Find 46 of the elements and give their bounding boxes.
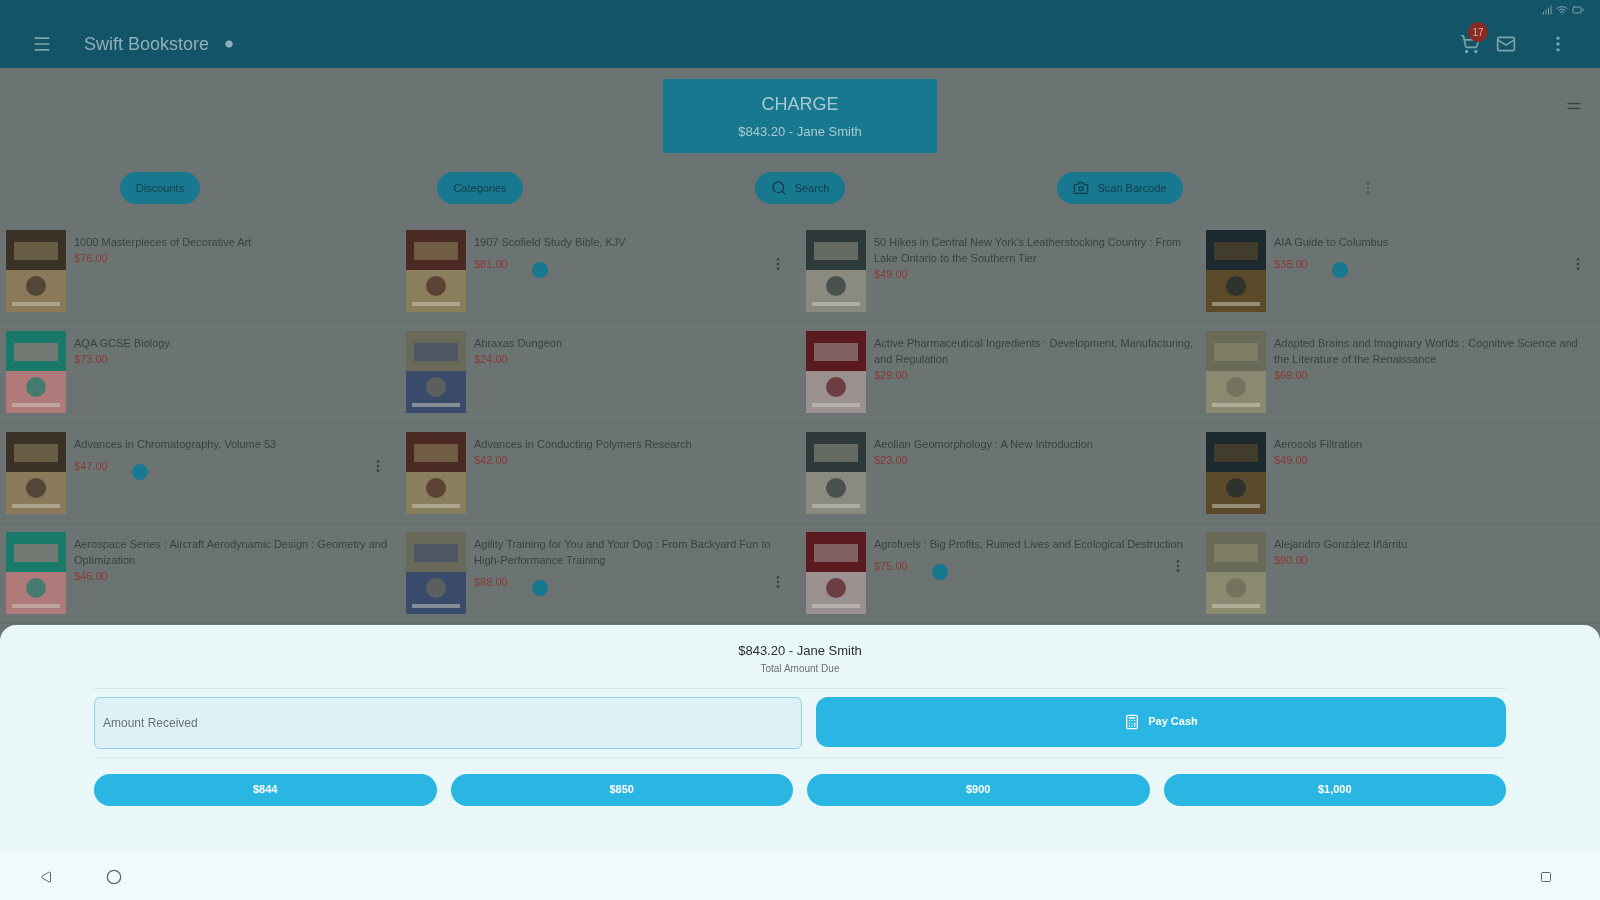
calculator-icon — [1124, 713, 1141, 730]
book-price: $75.00 — [874, 559, 908, 575]
recents-icon[interactable] — [1540, 870, 1552, 883]
signal-icon — [1540, 4, 1552, 16]
charge-button[interactable]: CHARGE $843.20 - Jane Smith — [663, 79, 937, 153]
charge-amount: $843.20 - Jane Smith — [738, 122, 862, 141]
quick-amount-button[interactable]: $850 — [450, 773, 793, 806]
dot-icon — [225, 40, 234, 48]
book-price: $38.00 — [1274, 257, 1308, 272]
charge-label: CHARGE — [761, 92, 839, 116]
total-caption: Total Amount Due — [760, 661, 840, 676]
camera-icon — [1073, 180, 1090, 196]
pay-cash-button[interactable]: Pay Cash — [816, 696, 1506, 747]
filter-button[interactable]: Discounts — [119, 172, 201, 204]
book-price: $42.00 — [474, 452, 508, 468]
filter-button[interactable]: Search — [754, 172, 846, 204]
back-icon[interactable] — [40, 870, 52, 883]
filter-button[interactable]: Scan Barcode — [1057, 172, 1183, 204]
book-price: $46.00 — [74, 569, 108, 585]
cart-icon[interactable] — [1460, 34, 1480, 54]
book-price: $23.00 — [874, 452, 908, 468]
search-icon — [770, 180, 787, 196]
total-amount: $843.20 - Jane Smith — [738, 642, 862, 660]
book-price: $47.00 — [74, 458, 108, 474]
amount-input-field[interactable]: Amount Received — [94, 696, 802, 749]
quick-amount-button[interactable]: $1,000 — [1163, 773, 1506, 806]
book-price: $24.00 — [474, 351, 508, 367]
book-price: $76.00 — [74, 251, 108, 266]
app-title: Swift Bookstore — [84, 32, 210, 56]
book-price: $81.00 — [474, 257, 508, 272]
home-icon[interactable] — [106, 868, 122, 885]
quick-amount-button[interactable]: $900 — [807, 773, 1150, 806]
book-price: $73.00 — [74, 351, 108, 367]
menu-icon[interactable] — [32, 34, 52, 54]
book-price: $49.00 — [1274, 452, 1308, 468]
quick-amount-button[interactable]: $844 — [94, 773, 437, 806]
cart-count-badge: 17 — [1468, 22, 1488, 42]
mail-icon[interactable] — [1496, 34, 1516, 54]
book-price: $29.00 — [874, 367, 908, 383]
book-price: $88.00 — [474, 575, 508, 591]
book-price: $69.00 — [1274, 367, 1308, 383]
filter-button[interactable]: Categories — [437, 172, 523, 204]
book-price: $90.00 — [1274, 553, 1308, 569]
book-price: $49.00 — [874, 267, 908, 282]
wifi-icon — [1556, 4, 1568, 16]
battery-icon — [1572, 4, 1584, 16]
